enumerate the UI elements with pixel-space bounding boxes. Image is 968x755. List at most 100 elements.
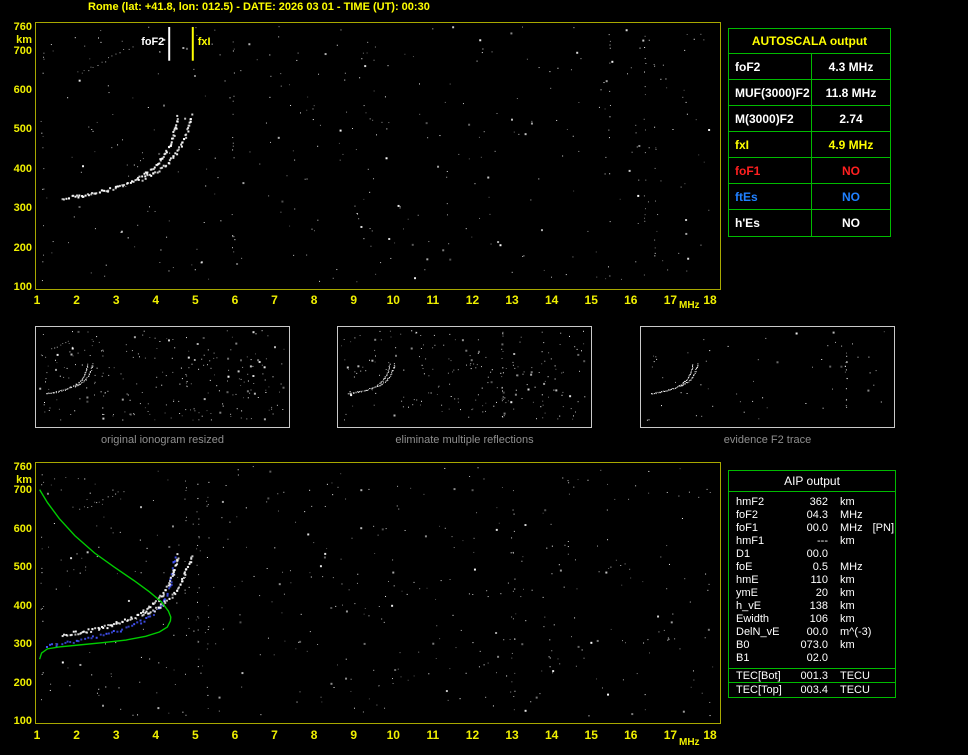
thumbnail-caption-evidence: evidence F2 trace [723,434,812,446]
y-axis-tick-label: 400 [13,599,32,612]
top-ionogram-plot: foF2 fxI [35,22,721,290]
aip-row-value: 20 [815,587,828,599]
autoscala-row-label: MUF(3000)F2 [729,80,812,105]
autoscala-row-label: foF2 [729,54,812,79]
y-axis-tick-label: 760 [13,21,32,33]
aip-tec-unit: TECU [840,684,870,696]
autoscala-row-label: foF1 [729,158,812,183]
autoscala-row-label: h'Es [729,210,812,236]
autoscala-row-value: 4.9 MHz [828,138,874,152]
autoscala-row-value: 2.74 [839,112,863,126]
aip-row-value: --- [817,535,828,547]
aip-row-unit: km [840,574,855,586]
aip-tec-unit: TECU [840,670,870,682]
thumbnail-original-ionogram [35,326,290,428]
x-axis-tick-label: 5 [192,728,199,742]
aip-tec-row: TEC[Bot] 001.3 TECU [729,669,895,683]
x-axis-tick-label: 16 [624,728,638,742]
thumbnail-f2-evidence [640,326,895,428]
autoscala-table-row: MUF(3000)F2 11.8 MHz [729,80,890,106]
aip-tec-value: 003.4 [800,684,828,696]
aip-table-row: h_vE 138 km [736,600,895,613]
aip-row-label: h_vE [736,600,762,612]
x-axis-tick-label: 10 [386,728,400,742]
aip-row-label: hmF1 [736,535,765,547]
y-axis-tick-label: 100 [13,715,32,727]
x-axis-tick-label: 11 [426,728,440,742]
y-axis-tick-label: 700 [13,44,32,57]
aip-row-unit: km [840,535,855,547]
aip-row-unit: km [840,613,855,625]
x-axis-tick-label: 1 [33,728,41,742]
thumbnail-caption-original: original ionogram resized [101,434,224,446]
x-axis-tick-label: 9 [350,293,358,307]
autoscala-row-value: NO [842,216,860,230]
aip-row-label: foF2 [736,509,759,521]
aip-row-label: foE [736,561,753,573]
aip-row-label: B0 [736,639,750,651]
autoscala-table-rows: foF2 4.3 MHz MUF(3000)F2 11.8 MHz M(3000)F2 2… [729,54,890,236]
autoscala-table-row: foF1 NO [729,158,890,184]
x-axis-tick-label: 13 [505,293,519,307]
svg-text:foF2: foF2 [141,36,164,48]
aip-row-label: Ewidth [736,613,770,625]
aip-row-value: 02.0 [806,652,828,664]
aip-output-table: AIP output hmF2 362 km foF2 04.3 MHz foF1 00.0 M… [728,470,896,698]
y-axis-tick-label: 600 [13,522,32,535]
aip-table-row: D1 00.0 [736,548,895,561]
x-axis-tick-label: 14 [544,293,559,307]
svg-text:fxI: fxI [198,36,211,48]
aip-row-label: foF1 [736,522,759,534]
aip-table-row: foE 0.5 MHz [736,561,895,574]
y-axis-tick-label: 500 [13,561,32,574]
aip-row-value: 00.0 [806,548,828,560]
autoscala-screen: Rome (lat: +41.8, lon: 012.5) - DATE: 20… [0,0,968,755]
y-axis-unit-label: km [16,474,32,486]
autoscala-row-value: 4.3 MHz [828,60,874,74]
aip-table-row: DelN_vE 00.0 m^(-3) [736,626,895,639]
autoscala-table-row: M(3000)F2 2.74 [729,106,890,132]
y-axis-tick-label: 300 [13,202,32,215]
autoscala-row-value: 11.8 MHz [825,86,877,100]
autoscala-row-label: M(3000)F2 [729,106,812,131]
aip-row-value: 0.5 [812,561,828,573]
aip-row-label: B1 [736,652,750,664]
aip-table-row: hmF1 --- km [736,535,895,548]
aip-row-value: 04.3 [806,509,828,521]
thumbnail-original-canvas [39,330,285,421]
x-axis-tick-label: 10 [386,293,400,307]
aip-table-row: foF1 00.0 MHz [PN] [736,522,895,535]
x-axis-unit-label: MHz [679,737,700,748]
aip-row-value: 138 [809,600,828,612]
x-axis-tick-label: 4 [152,728,160,742]
aip-row-value: 362 [809,496,828,508]
y-axis-tick-label: 600 [13,84,32,97]
y-axis-tick-label: 100 [13,281,32,293]
y-axis-tick-label: 200 [13,676,32,689]
x-axis-tick-label: 3 [112,293,120,307]
aip-row-unit: km [840,639,855,651]
x-axis-tick-label: 11 [426,293,440,307]
x-axis-tick-label: 18 [703,293,717,307]
aip-row-unit: MHz [840,509,863,521]
thumbnail-multiples-removed [337,326,592,428]
bottom-ionogram-plot [35,462,721,724]
aip-row-value: 106 [809,613,828,625]
x-axis-tick-label: 2 [73,293,80,307]
autoscala-table-row: fxI 4.9 MHz [729,132,890,158]
x-axis-tick-label: 18 [703,728,717,742]
aip-row-unit: MHz [840,561,863,573]
x-axis-tick-label: 12 [465,293,480,307]
aip-row-note: [PN] [872,522,895,534]
aip-row-value: 073.0 [800,639,828,651]
x-axis-tick-label: 8 [310,728,318,742]
bottom-ionogram-canvas [38,466,714,717]
aip-table-row: B1 02.0 [736,652,895,665]
aip-row-value: 110 [810,574,828,586]
x-axis-tick-label: 8 [310,293,318,307]
aip-row-label: DelN_vE [736,626,780,638]
x-axis-tick-label: 13 [505,728,519,742]
page-title: Rome (lat: +41.8, lon: 012.5) - DATE: 20… [88,1,430,13]
aip-table-row: hmE 110 km [736,574,895,587]
aip-table-row: ymE 20 km [736,587,895,600]
